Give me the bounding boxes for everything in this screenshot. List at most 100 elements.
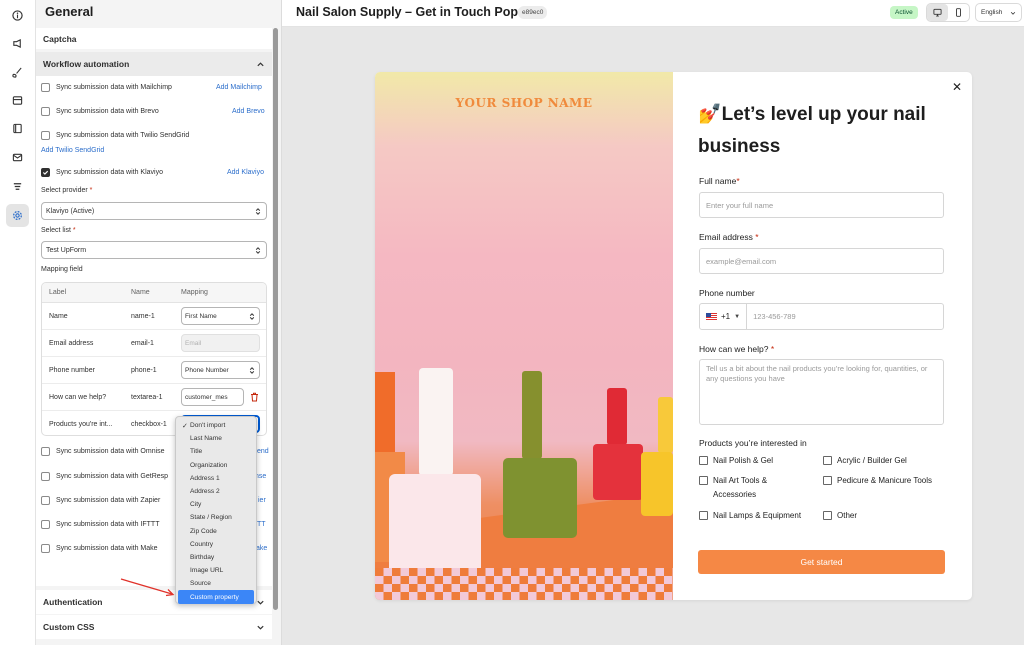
dropdown-option[interactable]: Birthday [176, 551, 256, 564]
dropdown-option-custom-property[interactable]: Custom property [178, 590, 254, 604]
info-icon[interactable] [6, 4, 29, 27]
zapier-checkbox[interactable] [41, 496, 50, 505]
email-input[interactable]: example@email.com [699, 248, 944, 274]
help-textarea[interactable]: Tell us a bit about the nail products yo… [699, 359, 944, 425]
ifttt-checkbox[interactable] [41, 520, 50, 529]
custom-property-input[interactable]: customer_mes [181, 388, 244, 406]
option-label: Other [837, 511, 858, 520]
dropdown-option[interactable]: Address 1 [176, 472, 256, 485]
dropdown-option[interactable]: Last Name [176, 432, 256, 445]
nail-polish-image: YOUR SHOP NAME [375, 72, 673, 600]
option-checkbox[interactable] [823, 476, 832, 485]
phone-label: Phone number [699, 288, 755, 298]
brevo-checkbox[interactable] [41, 107, 50, 116]
make-checkbox[interactable] [41, 544, 50, 553]
product-option[interactable]: Pedicure & Manicure Tools [823, 474, 963, 488]
sendgrid-checkbox[interactable] [41, 131, 50, 140]
mapping-select[interactable]: First Name [181, 307, 260, 325]
add-ifttt-link[interactable]: TT [257, 521, 266, 528]
integration-omnisend[interactable]: Sync submission data with Omnise [41, 447, 165, 456]
mapping-table: Label Name Mapping Name name-1 First Nam… [41, 282, 267, 436]
add-zapier-link[interactable]: ier [258, 497, 266, 504]
us-flag-icon[interactable] [706, 312, 717, 321]
desktop-preview-button[interactable] [927, 4, 948, 21]
trash-icon[interactable] [250, 392, 259, 402]
integration-klaviyo[interactable]: Sync submission data with Klaviyo [41, 168, 163, 177]
klaviyo-checkbox[interactable] [41, 168, 50, 177]
getresponse-checkbox[interactable] [41, 472, 50, 481]
integration-label: Sync submission data with GetResp [56, 473, 169, 480]
product-option[interactable]: Nail Polish & Gel [699, 454, 815, 468]
integration-brevo[interactable]: Sync submission data with Brevo [41, 107, 159, 116]
custom-css-section[interactable]: Custom CSS [36, 615, 272, 639]
list-icon[interactable] [6, 175, 29, 198]
dropdown-option[interactable]: State / Region [176, 511, 256, 524]
list-select[interactable]: Test UpForm [41, 241, 267, 259]
add-brevo-link[interactable]: Add Brevo [232, 108, 265, 115]
dropdown-option[interactable]: Don't import [176, 419, 256, 432]
captcha-section[interactable]: Captcha [36, 28, 272, 49]
nail-polish-bottles-illustration [375, 368, 673, 580]
email-label: Email address * [699, 232, 759, 242]
mail-icon[interactable] [6, 146, 29, 169]
product-option[interactable]: Nail Art Tools & Accessories [699, 474, 809, 502]
option-checkbox[interactable] [823, 456, 832, 465]
integration-ifttt[interactable]: Sync submission data with IFTTT [41, 520, 159, 529]
option-checkbox[interactable] [699, 511, 708, 520]
dropdown-option[interactable]: City [176, 498, 256, 511]
integration-label: Sync submission data with Make [56, 545, 158, 552]
integration-label: Sync submission data with Twilio SendGri… [56, 132, 190, 139]
dropdown-option[interactable]: Zip Code [176, 525, 256, 538]
provider-select[interactable]: Klaviyo (Active) [41, 202, 267, 220]
product-option[interactable]: Nail Lamps & Equipment [699, 509, 823, 523]
get-started-button[interactable]: Get started [698, 550, 945, 574]
gear-icon[interactable] [6, 204, 29, 227]
mapping-value: Email [185, 339, 202, 347]
option-checkbox[interactable] [699, 456, 708, 465]
close-icon[interactable]: ✕ [950, 80, 964, 94]
option-checkbox[interactable] [823, 511, 832, 520]
add-mailchimp-link[interactable]: Add Mailchimp [216, 84, 262, 91]
book-icon[interactable] [6, 117, 29, 140]
dropdown-option[interactable]: Source [176, 577, 256, 590]
integration-getresponse[interactable]: Sync submission data with GetResp [41, 472, 168, 481]
dropdown-option[interactable]: Address 2 [176, 485, 256, 498]
option-checkbox[interactable] [699, 476, 708, 485]
product-option[interactable]: Acrylic / Builder Gel [823, 454, 953, 468]
product-option[interactable]: Other [823, 509, 903, 523]
brush-icon[interactable] [6, 61, 29, 84]
chevron-up-icon [257, 61, 264, 66]
add-sendgrid-link[interactable]: Add Twilio SendGrid [41, 147, 104, 154]
device-toggle [926, 3, 970, 22]
integration-mailchimp[interactable]: Sync submission data with Mailchimp [41, 83, 172, 92]
integration-zapier[interactable]: Sync submission data with Zapier [41, 496, 160, 505]
authentication-label: Authentication [43, 597, 103, 607]
table-row: Name name-1 First Name [42, 303, 266, 330]
integration-make[interactable]: Sync submission data with Make [41, 544, 158, 553]
mapping-select[interactable]: Phone Number [181, 361, 260, 379]
mapping-value: customer_mes [185, 393, 228, 401]
integration-sendgrid[interactable]: Sync submission data with Twilio SendGri… [41, 131, 189, 140]
dropdown-option[interactable]: Country [176, 538, 256, 551]
annotation-arrow-icon [120, 578, 175, 597]
dropdown-option[interactable]: Image URL [176, 564, 256, 577]
omnisend-checkbox[interactable] [41, 447, 50, 456]
caret-down-icon[interactable]: ▼ [734, 314, 740, 320]
language-select[interactable]: English [975, 3, 1022, 22]
add-omnisend-link[interactable]: end [257, 448, 269, 455]
cart-icon[interactable] [6, 89, 29, 112]
country-code[interactable]: +1 [721, 312, 730, 321]
add-make-link[interactable]: ake [256, 545, 267, 552]
phone-input[interactable]: 123-456-789 [753, 312, 796, 321]
divider [746, 304, 748, 329]
full-name-input[interactable]: Enter your full name [699, 192, 944, 218]
panel-scrollbar[interactable] [273, 28, 278, 610]
dropdown-option[interactable]: Organization [176, 459, 256, 472]
megaphone-icon[interactable] [6, 32, 29, 55]
mobile-preview-button[interactable] [948, 4, 969, 21]
integration-label: Sync submission data with Klaviyo [56, 169, 163, 176]
add-klaviyo-link[interactable]: Add Klaviyo [227, 169, 264, 176]
workflow-automation-header[interactable]: Workflow automation [36, 52, 272, 76]
dropdown-option[interactable]: Title [176, 445, 256, 458]
mailchimp-checkbox[interactable] [41, 83, 50, 92]
